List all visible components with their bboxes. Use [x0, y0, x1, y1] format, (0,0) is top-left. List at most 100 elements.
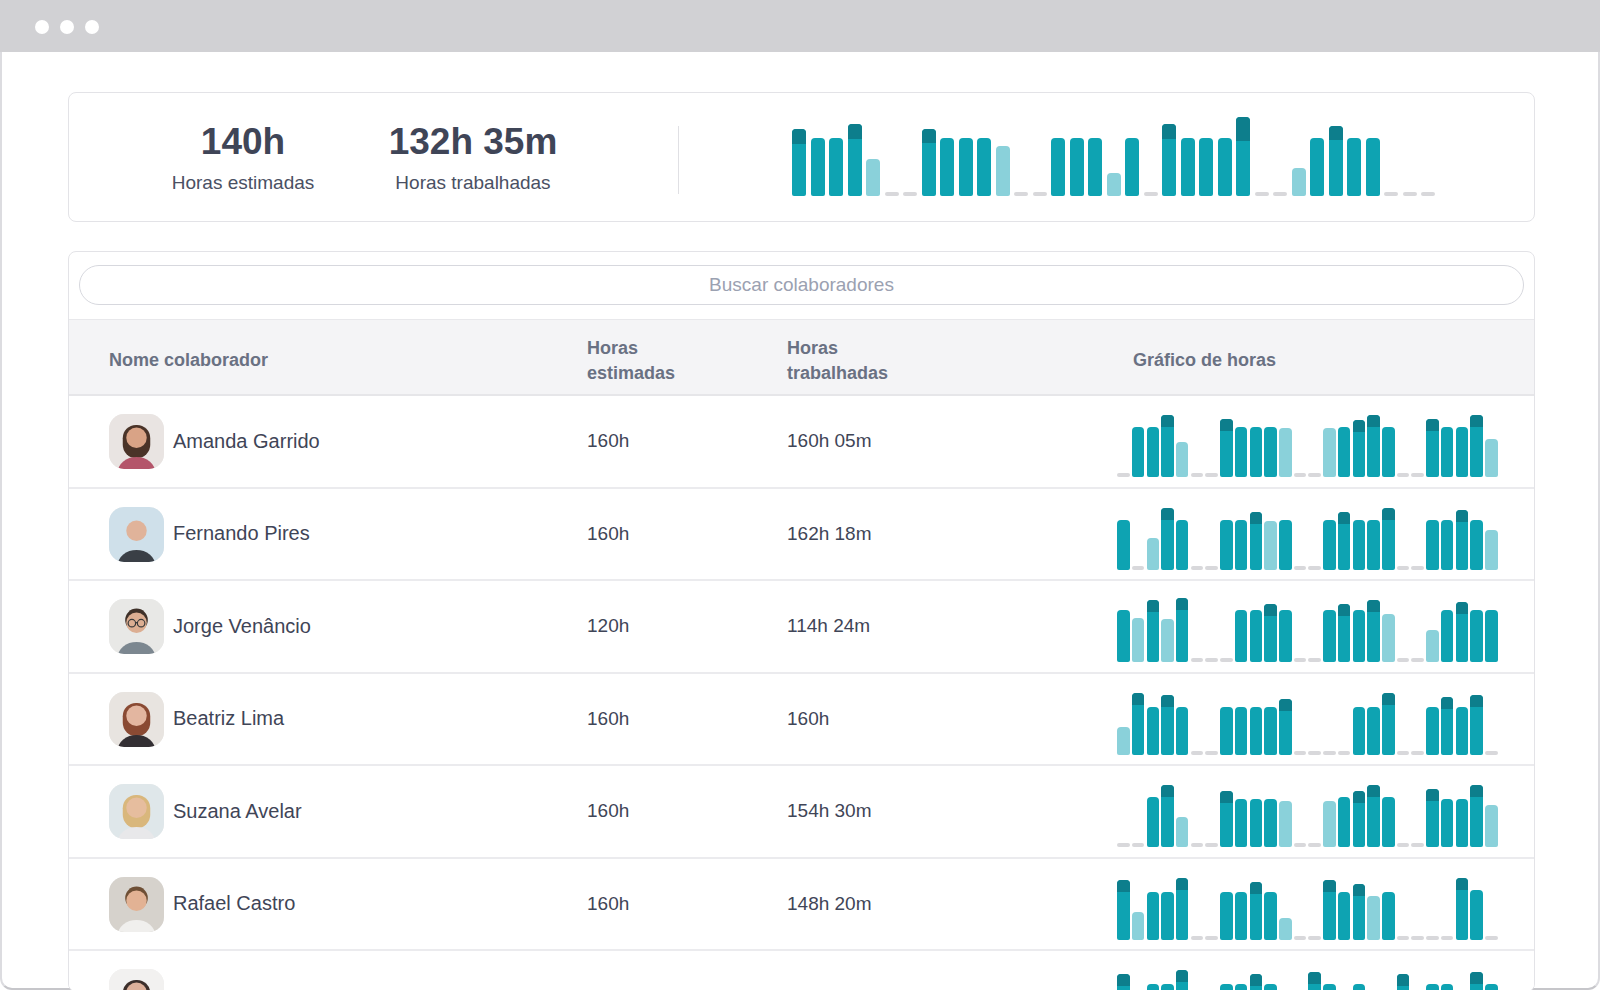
overtime-day-bar [1382, 508, 1395, 570]
workday-bar [1250, 707, 1263, 755]
chart-day-slot [1352, 415, 1367, 477]
chart-day-slot [1234, 600, 1249, 662]
overtime-cap [1161, 415, 1174, 427]
table-row[interactable]: Suzana Avelar160h154h 30m [69, 766, 1534, 859]
chart-day-slot [1425, 693, 1440, 755]
window-control-dot[interactable] [60, 20, 74, 34]
empty-day-dash [1132, 566, 1145, 570]
chart-day-slot [1381, 600, 1396, 662]
workday-bar [1323, 984, 1336, 990]
workday-bar [1382, 892, 1395, 940]
chart-day-slot [1234, 878, 1249, 940]
chart-day-slot [1322, 508, 1337, 570]
chart-day-slot [901, 116, 920, 196]
table-body: Amanda Garrido160h160h 05mFernando Pires… [69, 396, 1534, 990]
chart-day-slot [1484, 785, 1499, 847]
workday-bar [977, 138, 991, 196]
chart-day-slot [1131, 693, 1146, 755]
empty-day-dash [1191, 566, 1204, 570]
chart-day-slot [1366, 785, 1381, 847]
chart-day-slot [1337, 508, 1352, 570]
overtime-cap [1329, 126, 1343, 140]
chart-day-slot [1263, 508, 1278, 570]
chart-day-slot [1440, 600, 1455, 662]
overtime-day-bar [1176, 970, 1189, 990]
chart-day-slot [1234, 785, 1249, 847]
chart-day-slot [1253, 116, 1272, 196]
chart-day-slot [1290, 116, 1309, 196]
table-row[interactable]: Rafael Castro160h148h 20m [69, 859, 1534, 952]
empty-day-dash [1308, 843, 1321, 847]
overtime-cap [1264, 604, 1277, 616]
empty-day-dash [1403, 192, 1417, 196]
overtime-cap [1456, 878, 1469, 890]
chart-day-slot [1248, 508, 1263, 570]
workday-bar [1176, 707, 1189, 755]
table-row[interactable]: Amanda Garrido160h160h 05m [69, 396, 1534, 489]
chart-day-slot [1131, 600, 1146, 662]
chart-day-slot [1175, 415, 1190, 477]
app-window: 140h Horas estimadas 132h 35m Horas trab… [0, 0, 1600, 990]
table-row[interactable]: Beatriz Lima160h160h [69, 674, 1534, 767]
chart-day-slot [1322, 693, 1337, 755]
table-row[interactable] [69, 951, 1534, 990]
chart-day-slot [1116, 785, 1131, 847]
workday-bar [1147, 427, 1160, 477]
chart-day-slot [1204, 508, 1219, 570]
partial-day-bar [1485, 530, 1498, 570]
overtime-day-bar [1176, 598, 1189, 662]
chart-day-slot [1455, 785, 1470, 847]
empty-day-dash [1441, 936, 1454, 940]
chart-day-slot [1145, 785, 1160, 847]
window-control-dot[interactable] [85, 20, 99, 34]
chart-day-slot [864, 116, 883, 196]
chart-day-slot [1190, 785, 1205, 847]
chart-day-slot [1116, 693, 1131, 755]
overtime-cap [1353, 884, 1366, 896]
empty-day-dash [1014, 192, 1028, 196]
chart-day-slot [1455, 508, 1470, 570]
chart-day-slot [1219, 508, 1234, 570]
chart-day-slot [1263, 415, 1278, 477]
chart-day-slot [1396, 785, 1411, 847]
workday-bar [1470, 890, 1483, 940]
chart-day-slot [1307, 970, 1322, 990]
empty-day-dash [1308, 936, 1321, 940]
workday-bar [1117, 520, 1130, 570]
search-input[interactable] [79, 265, 1524, 305]
hours-bar-chart [1116, 878, 1499, 940]
chart-day-slot [1293, 785, 1308, 847]
table-row[interactable]: Fernando Pires160h162h 18m [69, 489, 1534, 582]
chart-day-slot [883, 116, 902, 196]
window-control-dot[interactable] [35, 20, 49, 34]
overtime-cap [1279, 699, 1292, 711]
estimated-hours-cell: 160h [587, 674, 629, 765]
chart-day-slot [1440, 415, 1455, 477]
partial-day-bar [1176, 442, 1189, 477]
chart-day-slot [1293, 878, 1308, 940]
workday-bar [1456, 707, 1469, 755]
empty-day-dash [1411, 566, 1424, 570]
chart-day-slot [1145, 970, 1160, 990]
chart-day-slot [1116, 600, 1131, 662]
hours-bar-chart [1116, 785, 1499, 847]
overtime-day-bar [1162, 124, 1176, 196]
chart-day-slot [1352, 600, 1367, 662]
chart-day-slot [1469, 693, 1484, 755]
table-header: Nome colaborador Horas estimadas Horas t… [69, 319, 1534, 396]
partial-day-bar [1323, 428, 1336, 477]
workday-bar [1117, 610, 1130, 662]
chart-day-slot [1382, 116, 1401, 196]
empty-day-dash [1205, 658, 1218, 662]
chart-day-slot [1419, 116, 1438, 196]
avatar [109, 507, 164, 562]
workday-bar [1051, 138, 1065, 196]
overtime-day-bar [1456, 878, 1469, 940]
table-row[interactable]: Jorge Venâncio120h114h 24m [69, 581, 1534, 674]
overtime-cap [1250, 882, 1263, 894]
divider [678, 126, 679, 194]
chart-day-slot [1322, 415, 1337, 477]
chart-day-slot [1248, 878, 1263, 940]
chart-day-slot [1366, 600, 1381, 662]
chart-day-slot [1219, 878, 1234, 940]
